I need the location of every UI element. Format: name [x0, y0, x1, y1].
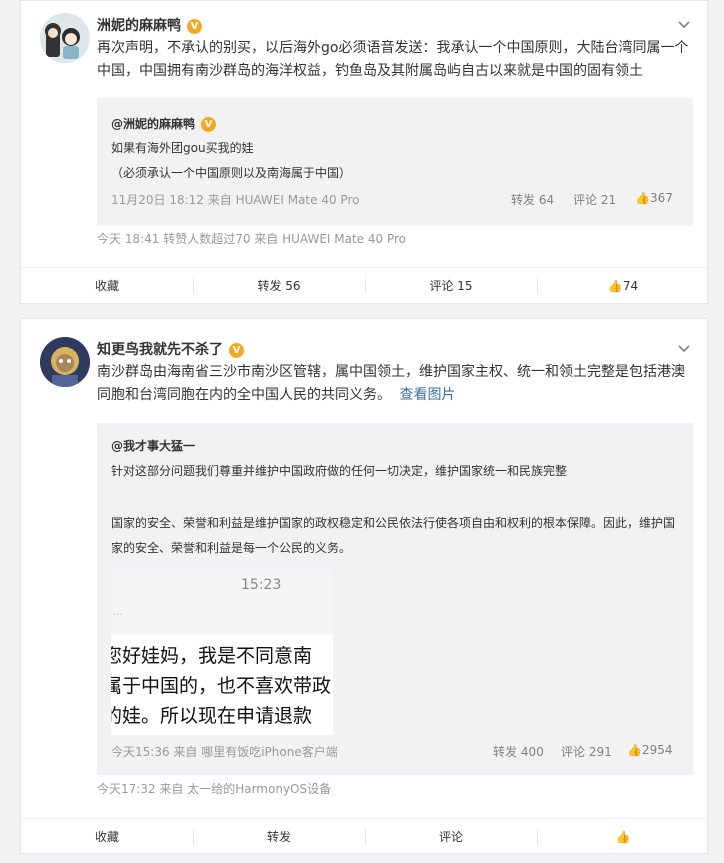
post-card: 知更鸟我就先不杀了 V 南沙群岛由海南省三沙市南沙区管辖，属中国领土，维护国家主权… — [20, 318, 709, 854]
like-count-text: 367 — [649, 191, 673, 205]
comment-button[interactable]: 评论 — [365, 819, 537, 855]
quoted-text-line: 针对这部分问题我们尊重并维护中国政府做的任何一切决定，维护国家统一和民族完整 — [111, 464, 568, 478]
like-button[interactable]: 👍74 — [537, 268, 709, 304]
username[interactable]: 洲妮的麻麻鸭 V — [97, 15, 202, 35]
like-count-text: 74 — [622, 279, 639, 293]
repost-button[interactable]: 转发 56 — [193, 268, 365, 304]
quoted-meta[interactable]: 11月20日 18:12 来自 HUAWEI Mate 40 Pro — [111, 191, 359, 208]
image-ellipsis: … — [113, 607, 123, 618]
view-image-link[interactable]: 查看图片 — [399, 387, 455, 403]
collect-button[interactable]: 收藏 — [21, 819, 193, 855]
verified-badge-icon: V — [201, 117, 217, 132]
chevron-down-icon[interactable] — [677, 17, 691, 31]
quoted-post[interactable]: @洲妮的麻麻鸭 V 如果有海外团gou买我的娃 （必须承认一个中国原则以及南海属于… — [97, 98, 693, 226]
comment-button[interactable]: 评论 15 — [365, 268, 537, 304]
quoted-text-paragraph: 国家的安全、荣誉和利益是维护国家的政权稳定和公民依法行使各项自由和权利的根本保障… — [111, 516, 676, 555]
repost-button[interactable]: 转发 — [193, 819, 365, 855]
quoted-image[interactable]: 15:23 … 您好娃妈，我是不同意南 属于中国的，也不喜欢带政 的娃。所以现在… — [111, 569, 333, 735]
post-meta: 今天 18:41 转赞人数超过70 来自 HUAWEI Mate 40 Pro — [97, 232, 407, 246]
quoted-author[interactable]: @洲妮的麻麻鸭 V — [111, 115, 217, 132]
thumbs-up-icon: 👍 — [615, 830, 631, 844]
collect-button[interactable]: 收藏 — [21, 268, 193, 304]
quoted-like-count[interactable]: 👍367 — [635, 191, 673, 205]
image-time: 15:23 — [241, 577, 282, 593]
like-button[interactable]: 👍 — [537, 819, 709, 855]
chevron-down-icon[interactable] — [677, 341, 691, 355]
avatar[interactable] — [40, 13, 90, 63]
post-text: 南沙群岛由海南省三沙市南沙区管辖，属中国领土，维护国家主权、统一和领土完整是包括… — [97, 361, 693, 407]
quoted-text-line: 如果有海外团gou买我的娃 — [111, 141, 254, 155]
image-text-block: 您好娃妈，我是不同意南 属于中国的，也不喜欢带政 的娃。所以现在申请退款 — [111, 635, 333, 735]
like-count-text: 2954 — [641, 743, 673, 757]
post-card: 洲妮的麻麻鸭 V 再次声明，不承认的别买，以后海外go必须语音发送：我承认一个中国… — [20, 0, 709, 304]
verified-badge-icon: V — [187, 19, 202, 34]
avatar[interactable] — [40, 337, 90, 387]
post-meta: 今天17:32 来自 太一给的HarmonyOS设备 — [97, 782, 332, 796]
quoted-meta[interactable]: 今天15:36 来自 哪里有饭吃iPhone客户端 — [111, 743, 338, 760]
quoted-author[interactable]: @我才事大猛一 — [111, 437, 195, 454]
quoted-comment-count[interactable]: 评论 291 — [561, 743, 612, 760]
action-bar: 收藏 转发 56 评论 15 👍74 — [21, 267, 709, 303]
thumbs-up-icon: 👍 — [607, 279, 623, 293]
verified-badge-icon: V — [229, 343, 244, 358]
image-text-line: 的娃。所以现在申请退款 — [111, 705, 313, 727]
quoted-comment-count[interactable]: 评论 21 — [573, 191, 616, 208]
quoted-like-count[interactable]: 👍2954 — [627, 743, 673, 757]
action-bar: 收藏 转发 评论 👍 — [21, 818, 709, 854]
thumbs-up-icon: 👍 — [627, 743, 642, 757]
quoted-repost-count[interactable]: 转发 64 — [511, 191, 554, 208]
post-text-content: 南沙群岛由海南省三沙市南沙区管辖，属中国领土，维护国家主权、统一和领土完整是包括… — [97, 364, 685, 403]
quoted-author-text[interactable]: @洲妮的麻麻鸭 — [111, 117, 195, 131]
post-text: 再次声明，不承认的别买，以后海外go必须语音发送：我承认一个中国原则，大陆台湾同… — [97, 40, 689, 79]
quoted-repost-count[interactable]: 转发 400 — [493, 743, 544, 760]
username[interactable]: 知更鸟我就先不杀了 V — [97, 339, 244, 359]
username-text[interactable]: 知更鸟我就先不杀了 — [97, 342, 223, 358]
quoted-text-line: （必须承认一个中国原则以及南海属于中国） — [111, 166, 352, 180]
quoted-post[interactable]: @我才事大猛一 针对这部分问题我们尊重并维护中国政府做的任何一切决定，维护国家统… — [97, 423, 693, 775]
image-text-line: 您好娃妈，我是不同意南 — [111, 645, 313, 667]
thumbs-up-icon: 👍 — [635, 191, 650, 205]
username-text[interactable]: 洲妮的麻麻鸭 — [97, 18, 181, 34]
image-text-line: 属于中国的，也不喜欢带政 — [111, 675, 332, 697]
